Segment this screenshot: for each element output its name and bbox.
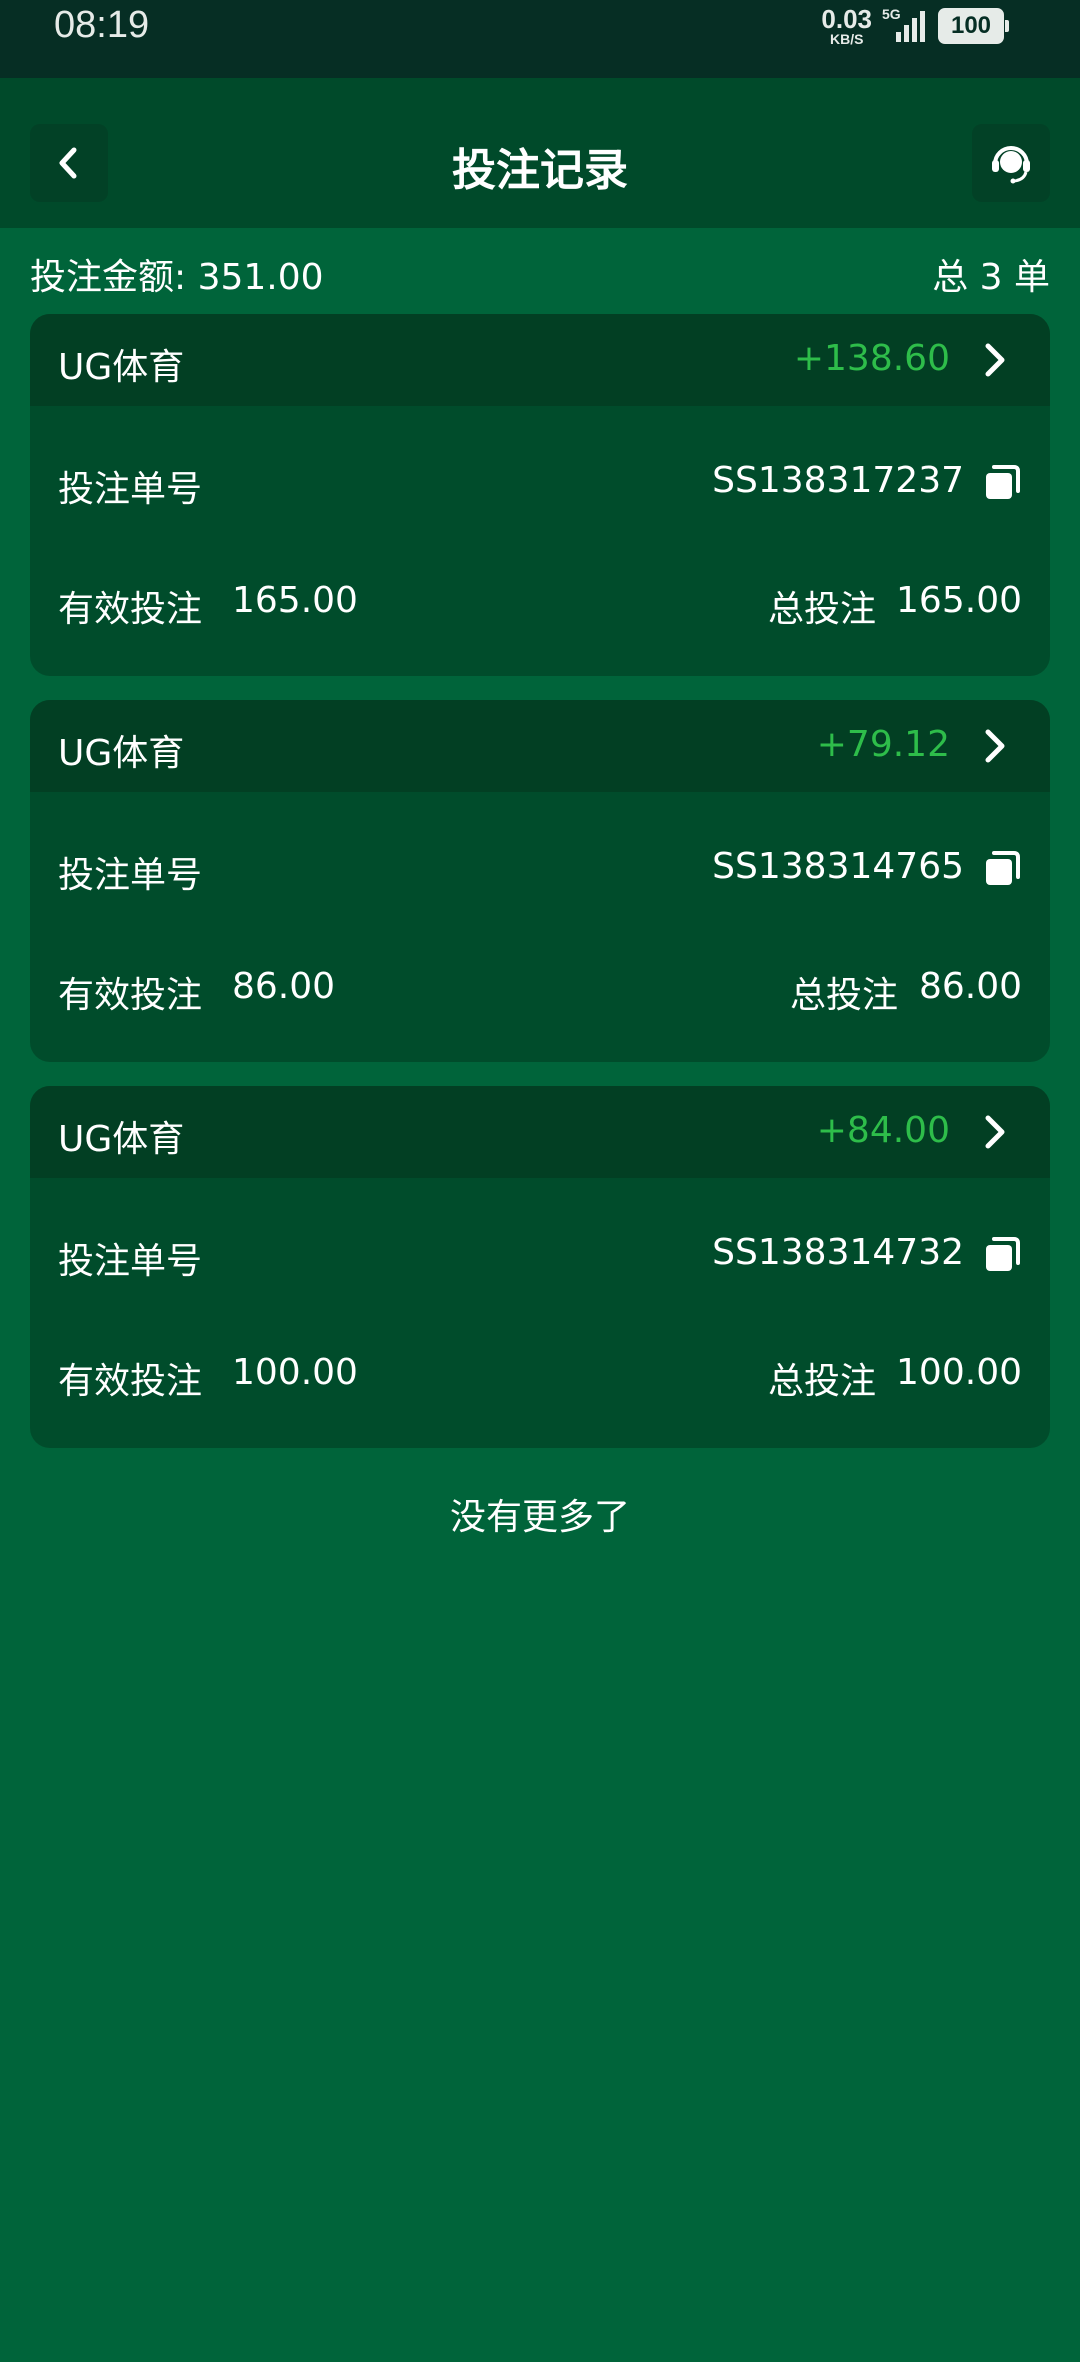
network-speed-unit: KB/S (829, 31, 864, 47)
status-indicators: 0.03 KB/S 5G 100 (821, 6, 1009, 46)
page-title: 投注记录 (452, 145, 628, 196)
status-time: 08:19 (54, 4, 150, 46)
summary-count: 总 3 单 (932, 257, 1050, 298)
order-number-value: SS138314732 (712, 1232, 964, 1273)
chevron-right-icon[interactable] (976, 342, 1012, 378)
status-bar: 08:19 0.03 KB/S 5G 100 (0, 0, 1080, 78)
total-bet-value: 86.00 (918, 966, 1022, 1007)
bet-record-header[interactable]: UG体育 +138.60 (30, 314, 1050, 406)
total-bet-label: 总投注 (789, 975, 898, 1016)
bet-record-header[interactable]: UG体育 +79.12 (30, 700, 1050, 792)
valid-bet-value: 165.00 (232, 580, 358, 621)
profit-amount: +84.00 (816, 1110, 950, 1151)
network-type: 5G (882, 6, 901, 22)
network-speed: 0.03 KB/S (821, 6, 872, 46)
provider-name: UG体育 (58, 1119, 185, 1160)
order-number-label: 投注单号 (58, 1241, 203, 1282)
summary-amount: 投注金额: 351.00 (30, 257, 324, 298)
copy-icon[interactable] (982, 848, 1022, 888)
battery-level: 100 (950, 12, 992, 39)
total-bet-label: 总投注 (767, 1361, 876, 1402)
copy-icon[interactable] (982, 462, 1022, 502)
order-number-value: SS138314765 (712, 846, 964, 887)
order-number-label: 投注单号 (58, 855, 203, 896)
valid-bet-label: 有效投注 (58, 589, 203, 630)
no-more-text: 没有更多了 (449, 1497, 630, 1538)
chevron-right-icon[interactable] (976, 728, 1012, 764)
network-speed-value: 0.03 (821, 4, 872, 34)
battery-icon: 100 (938, 8, 1009, 44)
bet-record-card: UG体育 +79.12 投注单号 SS138314765 有效投注 86.00 … (30, 700, 1050, 1062)
valid-bet-value: 86.00 (232, 966, 336, 1007)
total-bet-value: 100.00 (896, 1352, 1022, 1393)
app-header: 投注记录 (0, 78, 1080, 228)
bet-record-card: UG体育 +138.60 投注单号 SS138317237 有效投注 165.0… (30, 314, 1050, 676)
order-number-label: 投注单号 (58, 469, 203, 510)
order-number-value: SS138317237 (712, 460, 964, 501)
provider-name: UG体育 (58, 347, 185, 388)
customer-service-button[interactable] (972, 124, 1050, 202)
profit-amount: +79.12 (816, 724, 950, 765)
profit-amount: +138.60 (793, 338, 950, 379)
customer-service-headset-icon (992, 146, 1030, 184)
copy-icon[interactable] (982, 1234, 1022, 1274)
provider-name: UG体育 (58, 733, 185, 774)
total-bet-label: 总投注 (767, 589, 876, 630)
signal-icon: 5G (882, 6, 928, 44)
valid-bet-label: 有效投注 (58, 975, 203, 1016)
bet-record-card: UG体育 +84.00 投注单号 SS138314732 有效投注 100.00… (30, 1086, 1050, 1448)
chevron-right-icon[interactable] (976, 1114, 1012, 1150)
valid-bet-label: 有效投注 (58, 1361, 203, 1402)
bet-record-header[interactable]: UG体育 +84.00 (30, 1086, 1050, 1178)
valid-bet-value: 100.00 (232, 1352, 358, 1393)
total-bet-value: 165.00 (896, 580, 1022, 621)
bet-summary: 投注金额: 351.00 总 3 单 (30, 248, 1050, 298)
